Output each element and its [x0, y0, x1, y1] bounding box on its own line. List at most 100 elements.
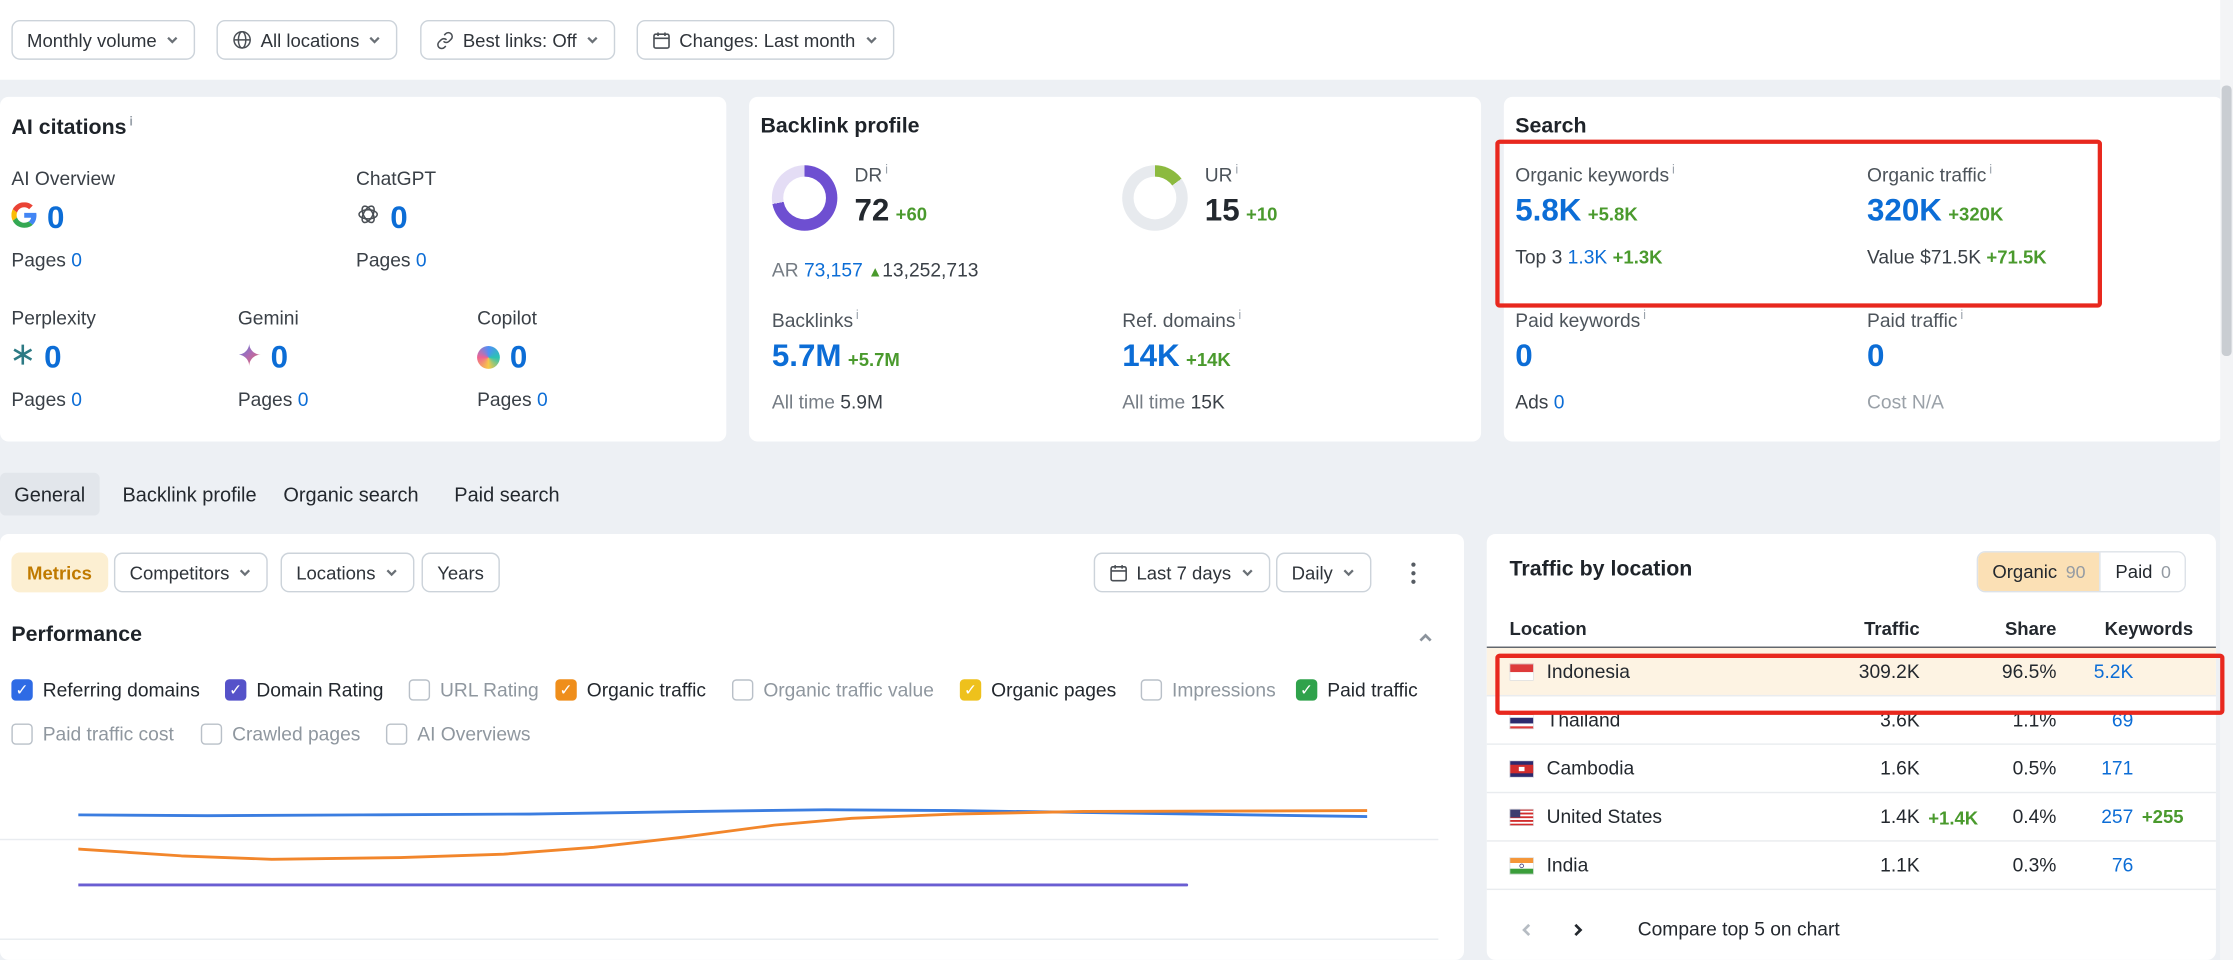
- metric-checkbox-paid-traffic-cost[interactable]: Paid traffic cost: [11, 721, 173, 747]
- ref-domains-value-link[interactable]: 14K: [1122, 337, 1179, 373]
- traffic-value: 1.6K: [1880, 758, 1920, 779]
- years-button[interactable]: Years: [422, 553, 500, 593]
- tab-organic-search[interactable]: Organic search: [283, 473, 418, 516]
- perplexity-icon: [11, 342, 34, 372]
- copilot-pages-link[interactable]: 0: [537, 389, 548, 410]
- table-row-united-states[interactable]: United States 1.4K+1.4K 0.4% 257+255: [1487, 793, 2216, 841]
- metric-checkbox-url-rating[interactable]: URL Rating: [409, 676, 539, 702]
- search-card: Search Organic keywordsi 5.8K +5.8K Top …: [1504, 97, 2223, 442]
- keywords-change: +255: [2133, 806, 2193, 827]
- chevron-down-icon: [864, 33, 878, 47]
- table-row-indonesia[interactable]: Indonesia 309.2K 96.5% 5.2K: [1487, 648, 2216, 696]
- backlinks-value-link[interactable]: 5.7M: [772, 337, 842, 373]
- keywords-link[interactable]: 76: [2112, 854, 2133, 875]
- column-traffic[interactable]: Traffic: [1784, 618, 1919, 639]
- metric-checkbox-organic-traffic[interactable]: Organic traffic: [555, 676, 706, 702]
- backlinks-change: +5.7M: [848, 348, 900, 369]
- chevron-down-icon: [238, 565, 252, 579]
- table-row-cambodia[interactable]: Cambodia 1.6K 0.5% 171: [1487, 745, 2216, 793]
- performance-section-title: Performance: [11, 622, 142, 646]
- search-title: Search: [1515, 114, 1586, 138]
- top3-value-link[interactable]: 1.3K: [1568, 246, 1608, 267]
- paid-traffic-value: 0: [1867, 337, 1884, 373]
- vertical-scrollbar-thumb[interactable]: [2222, 85, 2232, 356]
- flag-united-states-icon: [1510, 808, 1534, 825]
- ref-domains-change: +14K: [1186, 348, 1231, 369]
- share-value: 96.5%: [1920, 661, 2057, 682]
- keywords-link[interactable]: 69: [2112, 709, 2133, 730]
- keywords-link[interactable]: 171: [2101, 758, 2133, 779]
- monthly-volume-label: Monthly volume: [27, 29, 157, 50]
- best-links-dropdown[interactable]: Best links: Off: [420, 20, 615, 60]
- metric-checkbox-crawled-pages[interactable]: Crawled pages: [201, 721, 361, 747]
- top-filter-bar: Monthly volume All locations Best links:…: [0, 0, 2233, 80]
- keywords-link[interactable]: 257: [2101, 806, 2133, 827]
- top3-change: +1.3K: [1613, 246, 1663, 267]
- performance-line-chart[interactable]: [78, 788, 1367, 960]
- granularity-dropdown[interactable]: Daily: [1276, 553, 1371, 593]
- metric-checkbox-domain-rating[interactable]: Domain Rating: [225, 676, 383, 702]
- gemini-pages-link[interactable]: 0: [298, 389, 309, 410]
- paid-traffic-metric: Paid traffici 0 Cost N/A: [1867, 308, 1963, 413]
- ai-citation-gemini: Gemini 0 Pages 0: [238, 308, 309, 411]
- tab-general[interactable]: General: [0, 473, 99, 516]
- metric-checkbox-organic-traffic-value[interactable]: Organic traffic value: [732, 676, 934, 702]
- info-icon: i: [1989, 162, 1992, 176]
- metric-checkbox-paid-traffic[interactable]: Paid traffic: [1296, 676, 1418, 702]
- metric-checkbox-ai-overviews[interactable]: AI Overviews: [386, 721, 531, 747]
- ai-citation-perplexity: Perplexity 0 Pages 0: [11, 308, 95, 411]
- traffic-value-amount: $71.5K: [1920, 246, 1981, 267]
- ai-overview-pages-link[interactable]: 0: [71, 249, 82, 270]
- locations-filter-dropdown[interactable]: All locations: [216, 20, 397, 60]
- prev-page-chevron-icon[interactable]: [1510, 913, 1544, 947]
- link-icon: [436, 31, 455, 50]
- ar-value-link[interactable]: 73,157: [804, 259, 863, 280]
- performance-panel: Metrics Competitors Locations Years Last…: [0, 534, 1464, 960]
- compare-top5-link[interactable]: Compare top 5 on chart: [1638, 919, 1840, 940]
- competitors-dropdown[interactable]: Competitors: [114, 553, 268, 593]
- backlinks-alltime: 5.9M: [840, 391, 883, 412]
- column-location[interactable]: Location: [1510, 618, 1785, 639]
- chatgpt-icon: [356, 202, 380, 233]
- ai-citation-ai-overview: AI Overview 0 Pages 0: [11, 168, 115, 271]
- column-keywords[interactable]: Keywords: [2056, 618, 2193, 639]
- more-options-kebab[interactable]: [1396, 553, 1430, 593]
- collapse-chevron-up-icon[interactable]: [1417, 628, 1434, 654]
- tab-paid-search[interactable]: Paid search: [454, 473, 559, 516]
- changes-period-dropdown[interactable]: Changes: Last month: [637, 20, 894, 60]
- monthly-volume-dropdown[interactable]: Monthly volume: [11, 20, 195, 60]
- keywords-link[interactable]: 5.2K: [2094, 661, 2134, 682]
- table-row-thailand[interactable]: Thailand 3.6K 1.1% 69: [1487, 696, 2216, 744]
- ai-citations-card: AI citationsi AI Overview 0 Pages 0 Chat…: [0, 97, 726, 442]
- metric-checkbox-referring-domains[interactable]: Referring domains: [11, 676, 199, 702]
- globe-icon: [232, 30, 252, 50]
- flag-india-icon: [1510, 857, 1534, 874]
- organic-keywords-value-link[interactable]: 5.8K: [1515, 192, 1581, 228]
- toggle-paid[interactable]: Paid0: [2100, 553, 2185, 591]
- traffic-value: 1.4K: [1880, 806, 1920, 827]
- calendar-icon: [652, 31, 671, 50]
- toggle-organic[interactable]: Organic90: [1978, 553, 2100, 591]
- ads-value-link[interactable]: 0: [1554, 391, 1565, 412]
- column-share[interactable]: Share: [1920, 618, 2057, 639]
- organic-traffic-value-link[interactable]: 320K: [1867, 192, 1942, 228]
- metrics-button[interactable]: Metrics: [11, 553, 107, 593]
- info-icon: i: [1238, 308, 1241, 322]
- table-row-india[interactable]: India 1.1K 0.3% 76: [1487, 842, 2216, 890]
- locations-dropdown[interactable]: Locations: [281, 553, 414, 593]
- chatgpt-count: 0: [390, 199, 407, 236]
- flag-thailand-icon: [1510, 711, 1534, 728]
- date-range-dropdown[interactable]: Last 7 days: [1094, 553, 1270, 593]
- info-icon: i: [129, 114, 133, 128]
- tab-backlink-profile[interactable]: Backlink profile: [122, 473, 256, 516]
- perplexity-pages-link[interactable]: 0: [71, 389, 82, 410]
- traffic-value: 309.2K: [1859, 661, 1920, 682]
- metric-checkbox-impressions[interactable]: Impressions: [1141, 676, 1276, 702]
- dr-donut-chart: [772, 165, 838, 231]
- organic-paid-toggle: Organic90 Paid0: [1977, 551, 2187, 592]
- chatgpt-pages-link[interactable]: 0: [416, 249, 427, 270]
- gemini-icon: [238, 342, 261, 372]
- info-icon: i: [1960, 308, 1963, 322]
- next-page-chevron-icon[interactable]: [1561, 913, 1595, 947]
- metric-checkbox-organic-pages[interactable]: Organic pages: [960, 676, 1116, 702]
